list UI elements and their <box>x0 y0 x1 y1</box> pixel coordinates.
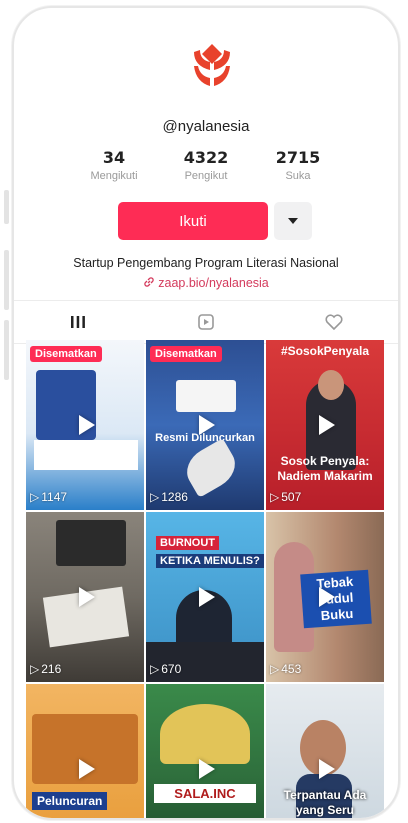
video-caption: SALA.INC <box>154 784 256 803</box>
more-options-button[interactable] <box>274 202 312 240</box>
video-thumbnail[interactable]: BURNOUT KETIKA MENULIS? ▷ 670 <box>146 512 264 682</box>
view-count: ▷ 670 <box>150 662 182 676</box>
view-count: ▷ 507 <box>270 490 302 504</box>
tab-videos[interactable] <box>14 301 142 344</box>
play-icon <box>319 587 335 607</box>
grid-icon <box>71 316 85 328</box>
profile-link[interactable]: zaap.bio/nyalanesia <box>14 276 398 290</box>
play-icon <box>319 415 335 435</box>
stat-label: Mengikuti <box>90 170 138 182</box>
profile-stats: 34 Mengikuti 4322 Pengikut 2715 Suka <box>74 148 338 182</box>
video-thumbnail[interactable]: SALA.INC <box>146 684 264 818</box>
stat-value: 4322 <box>183 148 229 167</box>
stat-value: 34 <box>102 148 126 167</box>
play-icon <box>79 759 95 779</box>
tab-reposts[interactable] <box>142 301 270 343</box>
video-caption: Peluncuran <box>32 792 108 810</box>
phone-frame: @nyalanesia 34 Mengikuti 4322 Pengikut 2… <box>12 6 400 820</box>
phone-side-button <box>4 250 9 310</box>
follow-button[interactable]: Ikuti <box>118 202 268 240</box>
link-icon <box>144 277 154 287</box>
video-caption: Terpantau Ada yang Seru <box>283 788 367 817</box>
video-thumbnail[interactable]: Disematkan ▷ 1147 <box>26 340 144 510</box>
video-thumbnail[interactable]: Tebak Judul Buku ▷ 453 <box>266 512 384 682</box>
view-count: ▷ 216 <box>30 662 62 676</box>
video-top-text: BURNOUT <box>156 536 219 550</box>
profile-bio: Startup Pengembang Program Literasi Nasi… <box>73 256 339 270</box>
profile-tabs <box>14 300 398 344</box>
play-icon <box>319 759 335 779</box>
stat-followers[interactable]: 4322 Pengikut <box>166 148 246 182</box>
nyalanesia-logo <box>194 44 230 86</box>
video-grid: Disematkan ▷ 1147 Disematkan Resmi Dilunc… <box>26 340 384 818</box>
view-count: ▷ 453 <box>270 662 302 676</box>
play-icon <box>199 759 215 779</box>
video-thumbnail[interactable]: Terpantau Ada yang Seru <box>266 684 384 818</box>
play-icon <box>79 587 95 607</box>
phone-side-button <box>4 190 9 224</box>
video-caption: Tebak Judul Buku <box>300 569 372 629</box>
profile-handle: @nyalanesia <box>162 118 250 135</box>
view-count: ▷ 1147 <box>30 490 68 504</box>
stat-likes: 2715 Suka <box>258 148 338 182</box>
stat-label: Suka <box>285 170 311 182</box>
liked-heart-icon <box>325 314 343 331</box>
repost-icon <box>198 314 214 330</box>
video-top-text-2: KETIKA MENULIS? <box>156 554 264 568</box>
play-icon <box>79 415 95 435</box>
stat-value: 2715 <box>275 148 321 167</box>
video-caption: Sosok Penyala: Nadiem Makarim <box>277 454 373 483</box>
pinned-badge: Disematkan <box>30 346 102 362</box>
tab-liked[interactable] <box>270 301 398 343</box>
video-thumbnail[interactable]: Disematkan Resmi Diluncurkan ▷ 1286 <box>146 340 264 510</box>
video-thumbnail[interactable]: #SosokPenyala Sosok Penyala: Nadiem Maka… <box>266 340 384 510</box>
view-count: ▷ 1286 <box>150 490 188 504</box>
phone-side-button <box>4 320 9 380</box>
stat-label: Pengikut <box>184 170 228 182</box>
play-icon <box>199 415 215 435</box>
pinned-badge: Disematkan <box>150 346 222 362</box>
stat-following[interactable]: 34 Mengikuti <box>74 148 154 182</box>
video-thumbnail[interactable]: Peluncuran <box>26 684 144 818</box>
profile-link-text: zaap.bio/nyalanesia <box>158 276 269 290</box>
caret-down-icon <box>288 218 298 224</box>
video-hashtag: #SosokPenyala <box>280 344 370 358</box>
play-icon <box>199 587 215 607</box>
video-thumbnail[interactable]: ▷ 216 <box>26 512 144 682</box>
